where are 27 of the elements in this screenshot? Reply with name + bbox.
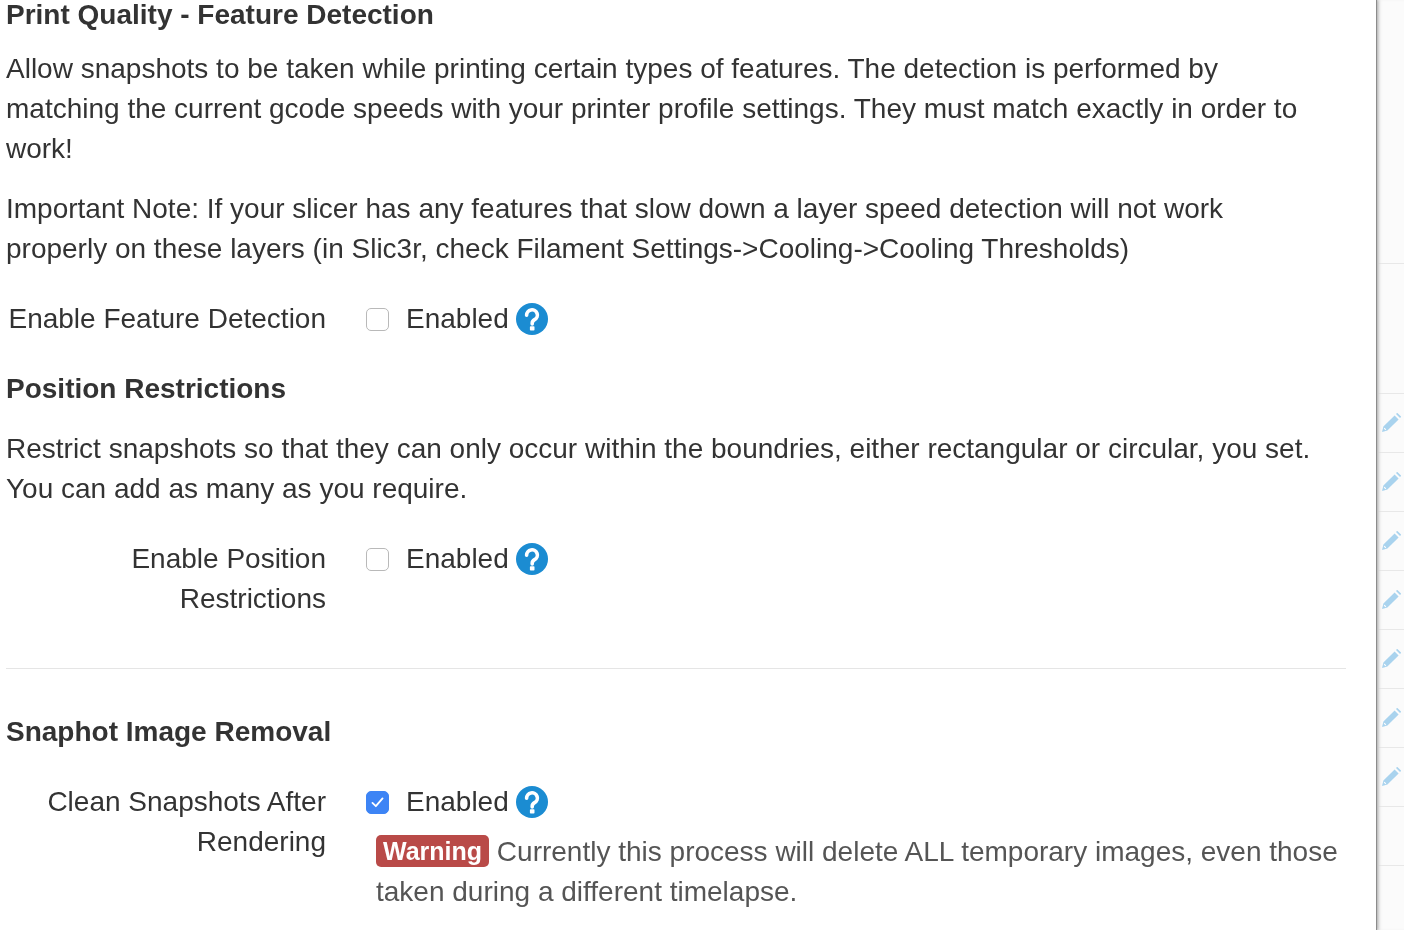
- setting-label: Clean Snapshots After Rendering: [46, 785, 326, 859]
- checkbox[interactable]: [366, 307, 389, 331]
- pencil-icon[interactable]: [1381, 767, 1401, 787]
- description-text: Allow snapshots to be taken while printing certain types of features. The detection is performed by matching the current gcode speeds with your printer profile settings. They must match exactly in order to work!: [6, 52, 1299, 166]
- pencil-icon[interactable]: [1381, 472, 1401, 492]
- checkbox-label[interactable]: Enabled: [406, 539, 509, 579]
- checkbox-label[interactable]: Enabled: [406, 782, 509, 822]
- section-heading: Position Restrictions: [6, 372, 288, 406]
- help-icon[interactable]: [515, 543, 548, 575]
- checkmark-icon: [371, 796, 384, 808]
- pencil-icon[interactable]: [1381, 708, 1401, 728]
- checkbox[interactable]: [366, 547, 389, 571]
- description-text: Important Note: If your slicer has any features that slow down a layer speed detection will not work properly on these layers (in Slic3r, check Filament Settings->Cooling->Cooling Thresholds): [6, 192, 1225, 266]
- setting-label: Enable Feature Detection: [7, 302, 326, 336]
- warning-message: Warning Currently this process will delete ALL temporary images, even those taken during a different timelapse.: [376, 834, 1339, 909]
- setting-label: Enable Position Restrictions: [130, 542, 326, 616]
- checkbox-label[interactable]: Enabled: [406, 299, 509, 339]
- description-text: Restrict snapshots so that they can only occur within the boundries, either rectangular or circular, you set. You can add as many as you require.: [6, 432, 1312, 506]
- section-heading: Print Quality - Feature Detection: [6, 0, 435, 29]
- help-icon[interactable]: [515, 303, 548, 335]
- section-heading: Snaphot Image Removal: [6, 715, 333, 749]
- help-icon[interactable]: [515, 786, 548, 818]
- pencil-icon[interactable]: [1381, 649, 1401, 669]
- pencil-icon[interactable]: [1381, 590, 1401, 610]
- pencil-icon[interactable]: [1381, 413, 1401, 433]
- checkbox[interactable]: [366, 790, 389, 814]
- pencil-icon[interactable]: [1381, 531, 1401, 551]
